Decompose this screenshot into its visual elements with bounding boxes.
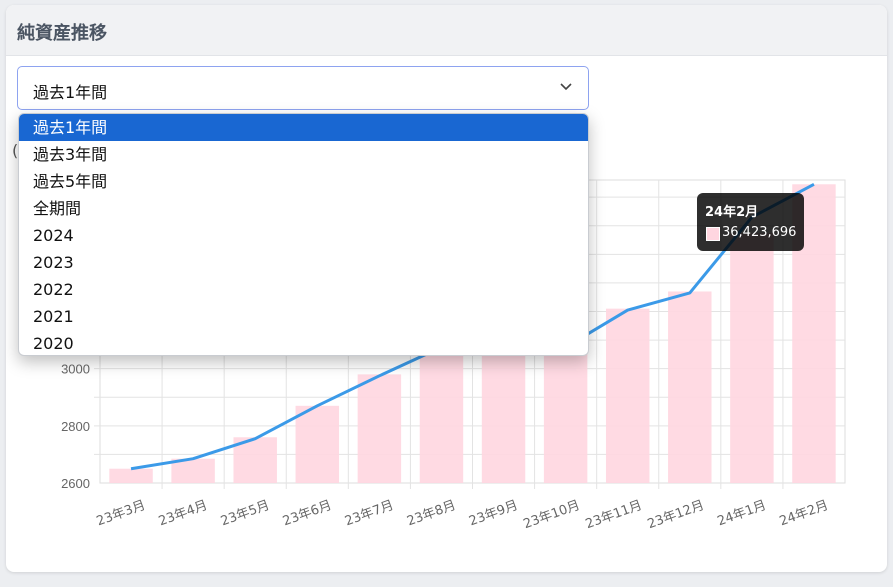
period-option[interactable]: 2023 <box>19 249 588 276</box>
period-option[interactable]: 全期間 <box>19 195 588 222</box>
x-tick-label: 24年2月 <box>778 498 831 529</box>
period-option[interactable]: 2022 <box>19 276 588 303</box>
period-option[interactable]: 2024 <box>19 222 588 249</box>
chart-tooltip: 24年2月 36,423,696 <box>697 193 804 251</box>
bar <box>605 308 650 483</box>
bar <box>481 340 526 483</box>
net-worth-card: 純資産推移 ( 2600 2800 3000 23年3月 23年4月 23年5月 23年6… <box>6 5 887 572</box>
bar <box>543 347 588 483</box>
x-tick-label: 23年3月 <box>95 498 148 529</box>
x-tick-label: 23年6月 <box>281 498 334 529</box>
bar <box>109 468 153 483</box>
x-tick-label: 23年11月 <box>584 498 645 532</box>
chevron-down-icon <box>560 83 572 91</box>
period-option[interactable]: 過去3年間 <box>19 141 588 168</box>
tooltip-title: 24年2月 <box>705 205 759 220</box>
bar <box>295 405 340 483</box>
x-tick-label: 23年9月 <box>467 498 520 529</box>
bar <box>419 347 464 483</box>
x-tick-label: 23年10月 <box>521 498 582 532</box>
bar <box>668 291 712 483</box>
y-tick-label: 2600 <box>61 476 90 491</box>
x-tick-label: 23年7月 <box>343 498 396 529</box>
bar <box>357 374 402 483</box>
y-tick-label: 2800 <box>61 419 90 434</box>
tooltip-swatch <box>706 227 720 241</box>
x-tick-label: 23年8月 <box>405 498 458 529</box>
x-tick-label: 23年4月 <box>157 498 210 529</box>
bar <box>730 232 774 483</box>
period-dropdown: 過去1年間 過去3年間 過去5年間 全期間 2024 2023 2022 202… <box>18 113 589 356</box>
period-select-value: 過去1年間 <box>33 83 108 102</box>
x-tick-label: 24年1月 <box>715 498 768 529</box>
tooltip-value: 36,423,696 <box>722 225 797 240</box>
y-tick-label: 3000 <box>61 362 90 377</box>
period-option[interactable]: 過去1年間 <box>19 114 588 141</box>
period-option[interactable]: 過去5年間 <box>19 168 588 195</box>
period-option[interactable]: 2021 <box>19 303 588 330</box>
period-option[interactable]: 2020 <box>19 330 588 355</box>
period-select[interactable]: 過去1年間 <box>17 66 589 110</box>
x-tick-label: 23年5月 <box>219 498 272 529</box>
x-tick-label: 23年12月 <box>646 498 707 532</box>
